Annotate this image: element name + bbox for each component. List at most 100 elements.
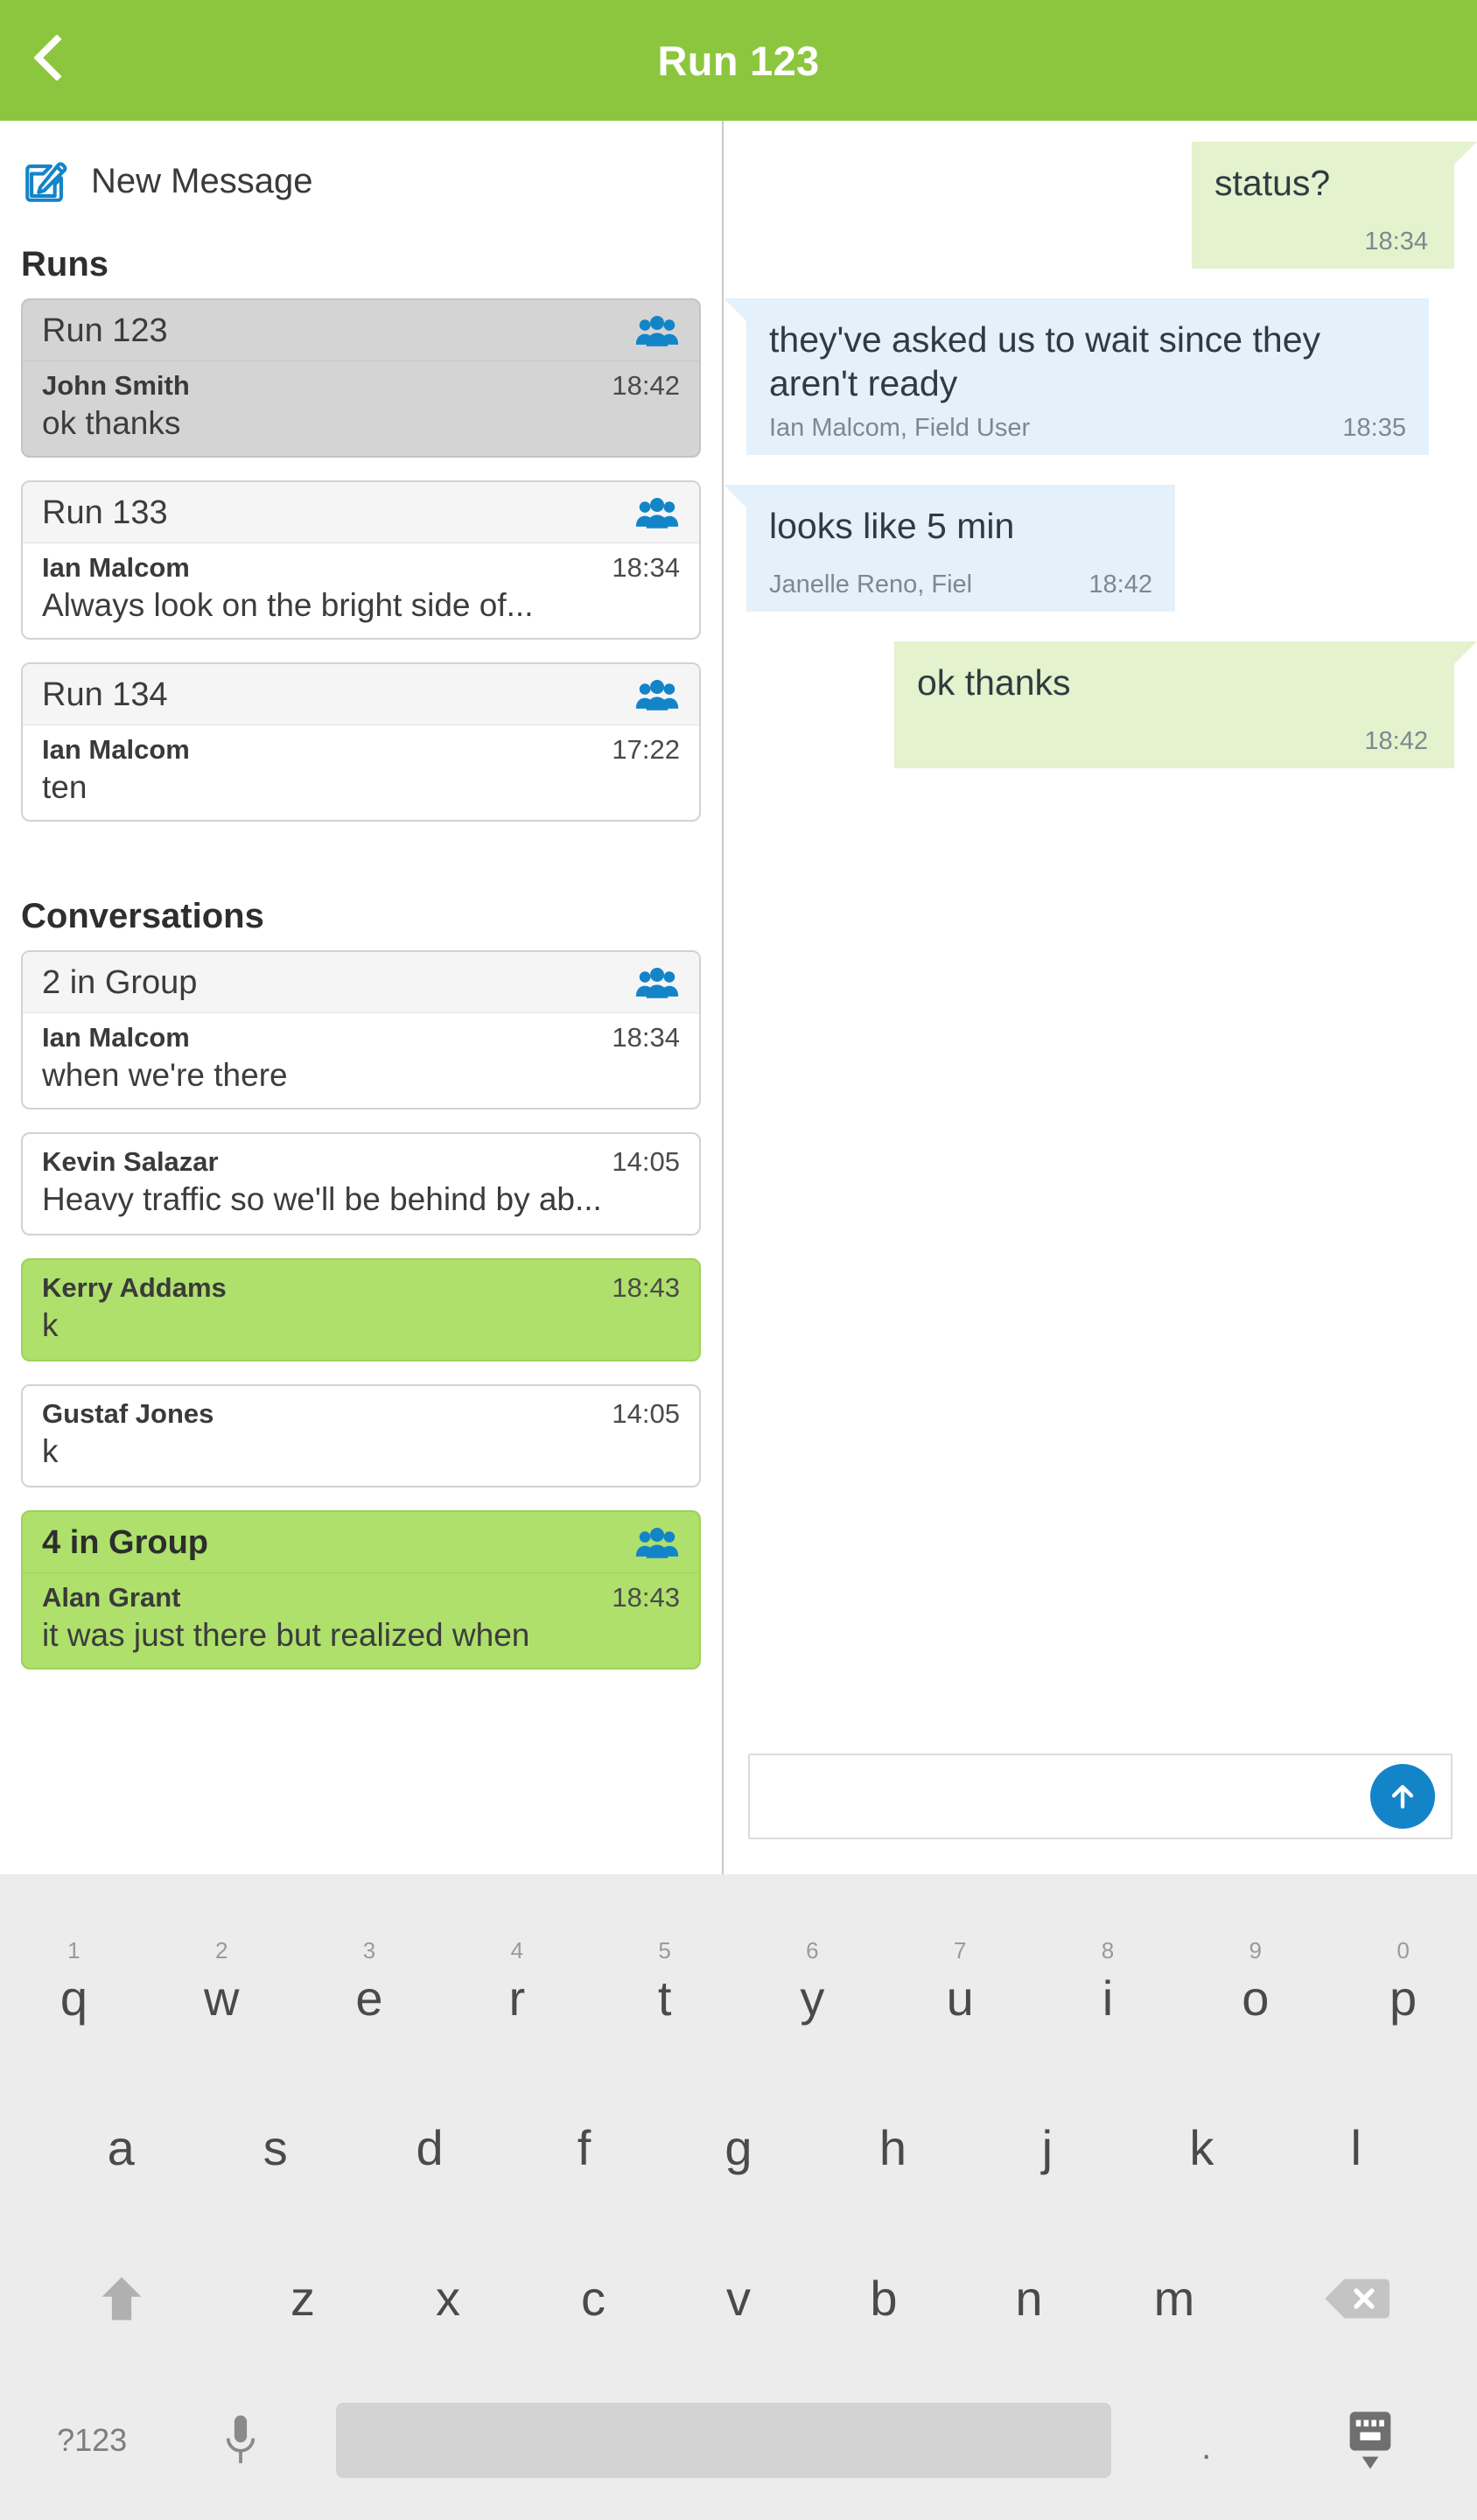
backspace-key[interactable]	[1247, 2223, 1465, 2375]
hide-keyboard-key[interactable]	[1281, 2375, 1460, 2506]
key-label: e	[355, 1970, 383, 2026]
conversation-card-meta: Kevin Salazar 14:05	[42, 1146, 680, 1178]
chat-panel: status? 18:34 they've asked us to wait s…	[724, 121, 1477, 1874]
conversation-title: 4 in Group	[42, 1524, 208, 1561]
sender-name: Kevin Salazar	[42, 1146, 219, 1177]
key-label: p	[1390, 1970, 1418, 2026]
conversation-list-panel[interactable]: New Message Runs Run 123 John Smith 18:4…	[0, 121, 724, 1874]
conversation-list-item[interactable]: Kevin Salazar 14:05 Heavy traffic so we'…	[21, 1132, 701, 1236]
virtual-keyboard[interactable]: 1q 2w 3e 4r 5t 6y 7u 8i 9o 0p a s d f g …	[0, 1874, 1477, 2520]
key-k[interactable]: k	[1124, 2073, 1278, 2222]
send-button[interactable]	[1370, 1764, 1435, 1829]
key-y[interactable]: 6y	[738, 1883, 886, 2073]
message-row: looks like 5 min Janelle Reno, Fiel 18:4…	[724, 485, 1477, 612]
message-row: status? 18:34	[724, 142, 1477, 270]
message-meta: Janelle Reno, Fiel 18:42	[769, 570, 1152, 599]
key-z[interactable]: z	[230, 2223, 375, 2375]
symbols-key[interactable]: ?123	[18, 2375, 166, 2506]
message-thread[interactable]: status? 18:34 they've asked us to wait s…	[724, 121, 1477, 1754]
key-s[interactable]: s	[198, 2073, 352, 2222]
conversation-list-item[interactable]: 4 in Group Alan Grant 18:43 it was just …	[21, 1510, 701, 1670]
key-label: o	[1242, 1970, 1270, 2026]
key-label: a	[107, 2119, 135, 2175]
period-key[interactable]: .	[1132, 2375, 1281, 2506]
sender-name: Ian Malcom	[42, 552, 190, 583]
key-v[interactable]: v	[666, 2223, 811, 2375]
key-i[interactable]: 8i	[1034, 1883, 1182, 2073]
key-c[interactable]: c	[521, 2223, 666, 2375]
conversation-card-body: Gustaf Jones 14:05 k	[23, 1386, 699, 1486]
message-preview: when we're there	[42, 1057, 288, 1093]
group-people-icon	[634, 678, 680, 713]
message-composer	[724, 1754, 1477, 1874]
key-num-hint: 0	[1396, 1936, 1410, 1964]
timestamp: 14:05	[612, 1146, 680, 1177]
composer-inner	[748, 1754, 1452, 1839]
run-list-item[interactable]: Run 123 John Smith 18:42 ok thanks	[21, 298, 701, 458]
message-preview: Heavy traffic so we'll be behind by ab..…	[42, 1181, 602, 1217]
back-button[interactable]	[0, 0, 96, 121]
key-label: u	[946, 1970, 974, 2026]
key-label: y	[800, 1970, 825, 2026]
run-card-meta: Ian Malcom 17:22	[42, 734, 680, 766]
run-card-header: Run 134	[23, 664, 699, 725]
key-o[interactable]: 9o	[1181, 1883, 1329, 2073]
key-label: f	[577, 2119, 592, 2175]
key-b[interactable]: b	[811, 2223, 956, 2375]
message-bubble-outgoing: ok thanks 18:42	[894, 641, 1454, 769]
key-t[interactable]: 5t	[591, 1883, 738, 2073]
message-preview: k	[42, 1307, 59, 1343]
shift-key[interactable]	[12, 2223, 230, 2375]
key-j[interactable]: j	[970, 2073, 1124, 2222]
conversation-card-meta: Kerry Addams 18:43	[42, 1272, 680, 1304]
key-num-hint: 3	[362, 1936, 376, 1964]
key-l[interactable]: l	[1279, 2073, 1433, 2222]
microphone-icon	[224, 2413, 257, 2468]
message-text: they've asked us to wait since they aren…	[769, 319, 1320, 404]
conversation-list-item[interactable]: 2 in Group Ian Malcom 18:34 when we're t…	[21, 950, 701, 1110]
key-h[interactable]: h	[816, 2073, 970, 2222]
key-m[interactable]: m	[1102, 2223, 1247, 2375]
message-input[interactable]	[767, 1755, 1370, 1838]
key-p[interactable]: 0p	[1329, 1883, 1477, 2073]
conversation-list-item[interactable]: Kerry Addams 18:43 k	[21, 1258, 701, 1362]
run-card-body: John Smith 18:42 ok thanks	[23, 361, 699, 456]
run-list-item[interactable]: Run 134 Ian Malcom 17:22 ten	[21, 662, 701, 822]
key-label: d	[416, 2119, 444, 2175]
key-r[interactable]: 4r	[443, 1883, 591, 2073]
timestamp: 18:34	[612, 1022, 680, 1053]
conversation-card-body: Ian Malcom 18:34 when we're there	[23, 1013, 699, 1108]
run-list-item[interactable]: Run 133 Ian Malcom 18:34 Always look on …	[21, 480, 701, 640]
key-num-hint: 6	[806, 1936, 819, 1964]
key-w[interactable]: 2w	[148, 1883, 296, 2073]
send-arrow-up-icon	[1385, 1779, 1420, 1814]
key-label: n	[1015, 2271, 1043, 2327]
keyboard-row-1: 1q 2w 3e 4r 5t 6y 7u 8i 9o 0p	[0, 1883, 1477, 2073]
space-key[interactable]	[336, 2402, 1111, 2478]
message-text: status?	[1214, 163, 1331, 203]
key-e[interactable]: 3e	[296, 1883, 444, 2073]
key-num-hint: 8	[1101, 1936, 1115, 1964]
key-q[interactable]: 1q	[0, 1883, 148, 2073]
sender-name: Ian Malcom	[42, 734, 190, 765]
sender-name: Kerry Addams	[42, 1272, 227, 1303]
message-preview: it was just there but realized when	[42, 1617, 530, 1653]
key-n[interactable]: n	[956, 2223, 1102, 2375]
timestamp: 14:05	[612, 1398, 680, 1429]
key-u[interactable]: 7u	[886, 1883, 1034, 2073]
key-label: x	[436, 2271, 460, 2327]
new-message-button[interactable]: New Message	[21, 121, 701, 222]
key-g[interactable]: g	[662, 2073, 816, 2222]
key-f[interactable]: f	[507, 2073, 661, 2222]
conversation-list-item[interactable]: Gustaf Jones 14:05 k	[21, 1384, 701, 1488]
key-d[interactable]: d	[353, 2073, 507, 2222]
conversation-card-body: Kerry Addams 18:43 k	[23, 1260, 699, 1360]
keyboard-row-4: ?123 .	[0, 2375, 1477, 2506]
group-people-icon	[634, 1526, 680, 1561]
message-sender: Ian Malcom, Field User	[769, 414, 1031, 443]
shift-arrow-up-icon	[98, 2273, 145, 2324]
key-a[interactable]: a	[44, 2073, 198, 2222]
key-x[interactable]: x	[375, 2223, 521, 2375]
key-label: r	[508, 1970, 526, 2026]
microphone-key[interactable]	[166, 2375, 315, 2506]
